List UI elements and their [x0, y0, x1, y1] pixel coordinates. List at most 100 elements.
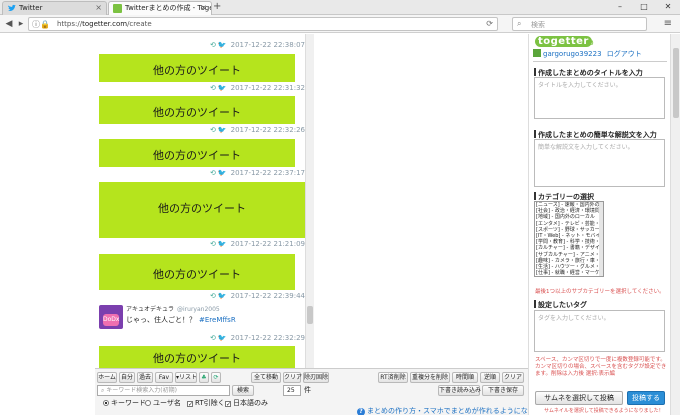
- username[interactable]: gargorugo39223: [543, 50, 602, 58]
- back-icon[interactable]: ◀: [3, 18, 15, 30]
- retweet-icon[interactable]: ⟲: [210, 334, 216, 342]
- retweet-icon[interactable]: ⟲: [210, 84, 216, 92]
- retweet-icon[interactable]: ⟲: [210, 240, 216, 248]
- checkbox-japanese-only[interactable]: ✓ 日本語のみ: [225, 399, 268, 408]
- tab-twitter[interactable]: Twitter ×: [2, 1, 107, 15]
- reload-icon[interactable]: ⟳: [486, 19, 493, 28]
- browser-navbar: ◀ ▸ ⓘ🔒 https://togetter.com/create ⟳ ⌕ 検…: [0, 15, 680, 33]
- logout-link[interactable]: ログアウト: [607, 50, 642, 58]
- user-avatar-icon: [533, 49, 541, 57]
- tab-close-icon[interactable]: ×: [200, 2, 207, 14]
- search-button[interactable]: 検索: [232, 385, 254, 396]
- site-info-icon[interactable]: ⓘ🔒: [32, 19, 50, 30]
- count-select[interactable]: 25: [283, 385, 301, 396]
- togetter-logo[interactable]: togetter: [535, 36, 592, 47]
- tweet-text: 他の方のツイート: [153, 64, 241, 77]
- twitter-icon[interactable]: 🐦: [218, 292, 227, 300]
- category-option[interactable]: [サブカルチャー] - アニメ・: [535, 252, 603, 258]
- listbox-scrollbar[interactable]: [599, 202, 603, 276]
- tweet-block[interactable]: 他の方のツイート: [99, 182, 305, 238]
- timeline-scrollbar[interactable]: [305, 34, 314, 368]
- heading-bar: [534, 300, 536, 308]
- panel-scrollbar[interactable]: [670, 34, 680, 415]
- tweet-block[interactable]: 他の方のツイート: [99, 96, 295, 124]
- twitter-icon[interactable]: 🐦: [218, 84, 227, 92]
- retweet-icon[interactable]: ⟲: [210, 292, 216, 300]
- radio-username[interactable]: ユーザ名: [145, 399, 181, 408]
- avatar-label: DoDx: [103, 314, 119, 326]
- tweet-text: 他の方のツイート: [158, 202, 246, 215]
- description-heading-text: 作成したまとめの簡単な解説文を入力: [538, 131, 657, 139]
- forward-icon[interactable]: ▸: [15, 18, 27, 30]
- url-host: togetter.com: [82, 20, 128, 28]
- save-draft-button[interactable]: 下書き保存: [482, 385, 524, 396]
- tab-home[interactable]: ホーム: [97, 372, 117, 383]
- tag-heading-text: 設定したいタグ: [538, 301, 587, 309]
- move-all-button[interactable]: 全て移動: [251, 372, 281, 383]
- dedupe-button[interactable]: 除刃固除: [303, 372, 329, 383]
- twitter-icon[interactable]: 🐦: [218, 41, 227, 49]
- radio-keyword[interactable]: キーワード: [103, 399, 146, 408]
- tweet-block[interactable]: 他の方のツイート: [99, 254, 295, 290]
- twitter-icon[interactable]: 🐦: [218, 126, 227, 134]
- reverse-button[interactable]: 逆順: [480, 372, 500, 383]
- duplicate-delete-button[interactable]: 重複分を削除: [410, 372, 450, 383]
- tweet-block[interactable]: 他の方のツイート: [99, 139, 295, 167]
- new-tab-icon[interactable]: +: [213, 1, 221, 13]
- tab-past[interactable]: 過去: [137, 372, 153, 383]
- tab-self[interactable]: 自分: [119, 372, 135, 383]
- menu-icon[interactable]: ≡: [664, 18, 672, 30]
- retweet-icon[interactable]: ⟲: [210, 169, 216, 177]
- read-draft-button[interactable]: 下書き読み込み: [438, 385, 481, 396]
- tag-textarea[interactable]: タグを入力してください。: [534, 310, 665, 352]
- clear-button[interactable]: クリア: [283, 372, 302, 383]
- timestamp: 2017-12-22 22:32:29: [230, 334, 305, 342]
- left-gutter: [0, 34, 95, 415]
- tweet-text: 他の方のツイート: [153, 149, 241, 162]
- category-option[interactable]: [仕事] - 就職・経営・マーケ: [535, 270, 603, 276]
- tab-close-icon[interactable]: ×: [95, 2, 102, 14]
- author-name: アキュオデキュラ: [126, 306, 175, 313]
- clear-button-2[interactable]: クリア: [502, 372, 524, 383]
- post-button[interactable]: 投稿する: [627, 391, 665, 405]
- category-option[interactable]: [エンタメ] - テレビ・芸能・: [535, 221, 603, 227]
- tweet-link[interactable]: #EreMffsR: [199, 316, 236, 324]
- tweet-block[interactable]: 他の方のツイート: [99, 54, 295, 82]
- browser-search-box[interactable]: ⌕ 検索: [512, 17, 647, 31]
- scrollbar-thumb[interactable]: [673, 48, 679, 118]
- category-option[interactable]: [カルチャー] - 書籍・デザイ: [535, 245, 603, 251]
- keyword-search-input[interactable]: ⌕ キーワード検索入力(初期): [97, 385, 230, 396]
- address-bar[interactable]: ⓘ🔒 https://togetter.com/create ⟳: [28, 17, 498, 31]
- scrollbar-thumb[interactable]: [307, 306, 313, 324]
- radio-icon: [145, 400, 151, 406]
- author-handle: @iruryan2005: [177, 306, 220, 313]
- description-textarea[interactable]: 簡単な解説文を入力してください。: [534, 139, 665, 187]
- tab-list[interactable]: ▾リスト: [175, 372, 197, 383]
- category-listbox[interactable]: [ニュース] - 速報・国内外の [社会] - 政治・経済・環境問 [地域] -…: [534, 201, 604, 277]
- tab-togetter-create[interactable]: Twitterまとめの作成 - Toge ×: [108, 1, 212, 15]
- tab-fav[interactable]: Fav: [155, 372, 173, 383]
- title-textarea[interactable]: タイトルを入力してください。: [534, 77, 665, 119]
- maximize-icon[interactable]: □: [632, 0, 656, 15]
- avatar[interactable]: DoDx: [99, 305, 123, 329]
- minimize-icon[interactable]: –: [608, 0, 632, 15]
- search-icon: ⌕: [517, 19, 522, 28]
- checkbox-exclude-rt[interactable]: ✓ RT引除く: [187, 399, 225, 408]
- twitter-icon[interactable]: 🐦: [218, 169, 227, 177]
- count-unit: 件: [304, 386, 311, 394]
- retweet-icon[interactable]: ⟲: [210, 126, 216, 134]
- tweet-text: 他の方のツイート: [153, 106, 241, 119]
- twitter-icon[interactable]: 🐦: [218, 240, 227, 248]
- category-option[interactable]: [地域] - 国内外のローカル: [535, 214, 603, 220]
- twitter-icon[interactable]: 🐦: [218, 334, 227, 342]
- sort-time-button[interactable]: 時間順: [452, 372, 478, 383]
- close-window-icon[interactable]: ✕: [656, 0, 680, 15]
- tweet-author[interactable]: アキュオデキュラ @iruryan2005: [126, 304, 220, 313]
- radio-selected-icon: [103, 400, 109, 406]
- rt-delete-button[interactable]: RT済削除: [378, 372, 408, 383]
- select-thumbnail-button[interactable]: サムネを選択して投稿: [535, 391, 623, 405]
- refresh-icon[interactable]: ⟳: [211, 372, 221, 383]
- retweet-icon[interactable]: ⟲: [210, 41, 216, 49]
- tweet-block[interactable]: 他の方のツイート: [99, 346, 295, 368]
- tree-icon[interactable]: ♣: [199, 372, 209, 383]
